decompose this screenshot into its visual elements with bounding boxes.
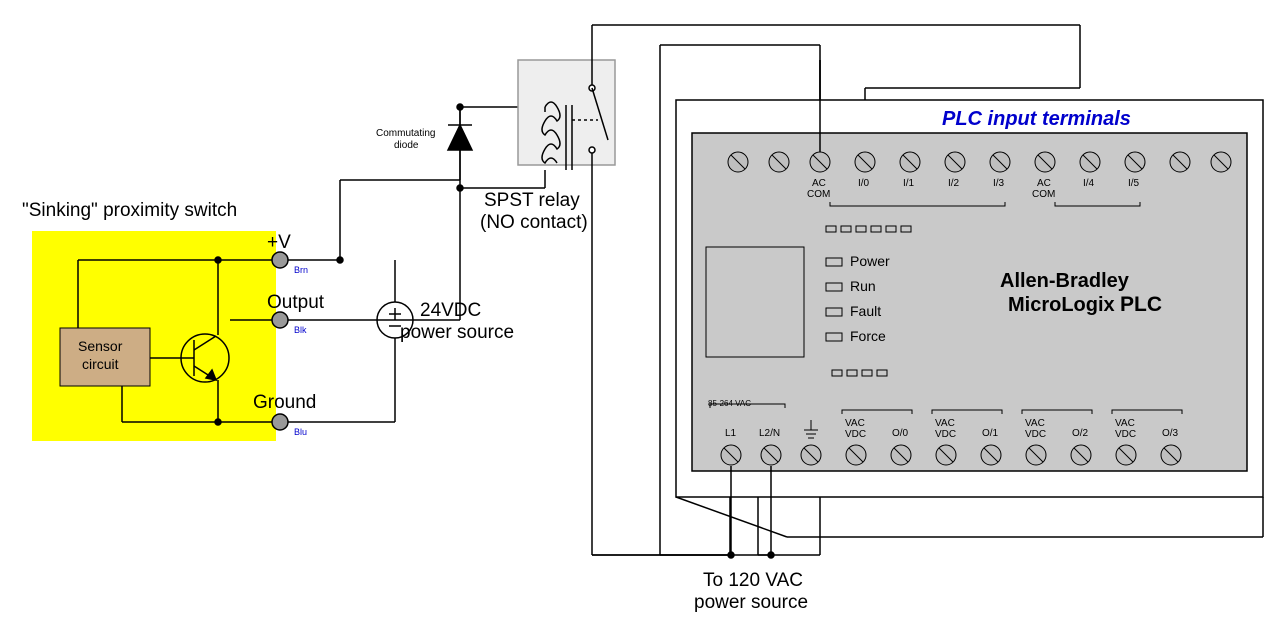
i5-label: I/5 bbox=[1128, 178, 1139, 189]
to-120-vac-1: To 120 VAC bbox=[703, 570, 803, 592]
ac-com-2a: AC bbox=[1037, 178, 1051, 189]
led-fault: Fault bbox=[850, 303, 881, 319]
led-force: Force bbox=[850, 328, 886, 344]
wire-brn: Brn bbox=[294, 265, 308, 275]
l2n-label: L2/N bbox=[759, 428, 780, 439]
o3-label: O/3 bbox=[1162, 428, 1178, 439]
o2-label: O/2 bbox=[1072, 428, 1088, 439]
plc-input-terminals-label: PLC input terminals bbox=[942, 108, 1131, 131]
vac3b: VDC bbox=[1025, 429, 1046, 440]
vac4b: VDC bbox=[1115, 429, 1136, 440]
ground-label: Ground bbox=[253, 392, 316, 414]
plc-name-2: MicroLogix bbox=[1008, 294, 1115, 317]
commutating-label-2: diode bbox=[394, 140, 418, 151]
wire-blk: Blk bbox=[294, 325, 307, 335]
spst-relay-label: SPST relay bbox=[484, 190, 580, 212]
sensor-circuit-label-2: circuit bbox=[82, 356, 119, 372]
ac-com-1b: COM bbox=[807, 189, 830, 200]
vac1a: VAC bbox=[845, 418, 865, 429]
i2-label: I/2 bbox=[948, 178, 959, 189]
i0-label: I/0 bbox=[858, 178, 869, 189]
24vdc-label-1: 24VDC bbox=[420, 300, 481, 322]
ac-com-2b: COM bbox=[1032, 189, 1055, 200]
sinking-switch-label: "Sinking" proximity switch bbox=[22, 200, 237, 222]
sensor-circuit-label-1: Sensor bbox=[78, 338, 122, 354]
wire-blu: Blu bbox=[294, 427, 307, 437]
plus-v-label: +V bbox=[267, 232, 291, 254]
vac3a: VAC bbox=[1025, 418, 1045, 429]
l1-label: L1 bbox=[725, 428, 736, 439]
no-contact-label: (NO contact) bbox=[480, 212, 588, 234]
range-label: 85-264 VAC bbox=[708, 399, 751, 408]
i4-label: I/4 bbox=[1083, 178, 1094, 189]
vac4a: VAC bbox=[1115, 418, 1135, 429]
plc-suffix: PLC bbox=[1120, 293, 1162, 317]
plc-name-1: Allen-Bradley bbox=[1000, 270, 1129, 293]
24vdc-label-2: power source bbox=[400, 322, 514, 344]
i1-label: I/1 bbox=[903, 178, 914, 189]
commutating-label-1: Commutating bbox=[376, 128, 435, 139]
i3-label: I/3 bbox=[993, 178, 1004, 189]
to-120-vac-2: power source bbox=[694, 592, 808, 614]
vac2a: VAC bbox=[935, 418, 955, 429]
o1-label: O/1 bbox=[982, 428, 998, 439]
led-power: Power bbox=[850, 253, 890, 269]
led-run: Run bbox=[850, 278, 876, 294]
vac1b: VDC bbox=[845, 429, 866, 440]
output-label: Output bbox=[267, 292, 324, 314]
vac2b: VDC bbox=[935, 429, 956, 440]
o0-label: O/0 bbox=[892, 428, 908, 439]
ac-com-1a: AC bbox=[812, 178, 826, 189]
